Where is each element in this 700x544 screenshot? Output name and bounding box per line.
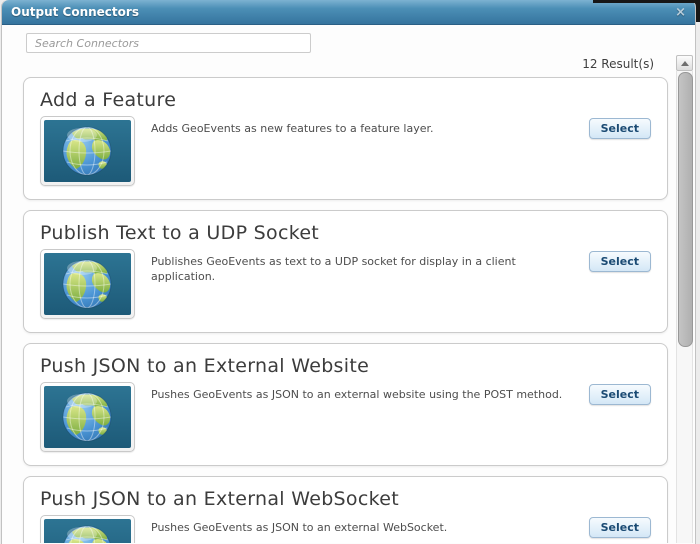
connector-description: Pushes GeoEvents as JSON to an external … bbox=[151, 388, 563, 401]
results-count: 12 Result(s) bbox=[582, 57, 654, 71]
connector-description: Pushes GeoEvents as JSON to an external … bbox=[151, 521, 448, 534]
connector-list: Add a Feature Adds GeoEvents as new feat… bbox=[23, 77, 668, 543]
connector-thumbnail bbox=[40, 249, 135, 319]
connector-card-content: Pushes GeoEvents as JSON to an external … bbox=[24, 382, 667, 452]
connector-card: Push JSON to an External WebSocket Pushe… bbox=[23, 476, 668, 543]
dialog-body: 12 Result(s) Add a Feature bbox=[2, 25, 695, 543]
page-background-strip bbox=[593, 0, 700, 3]
connector-thumbnail bbox=[40, 382, 135, 452]
globe-icon bbox=[44, 120, 131, 182]
triangle-up-icon bbox=[680, 60, 689, 66]
connector-description: Publishes GeoEvents as text to a UDP soc… bbox=[151, 255, 516, 283]
scrollbar[interactable] bbox=[676, 55, 693, 543]
scrollbar-track[interactable] bbox=[676, 71, 693, 543]
page-background-strip bbox=[696, 0, 700, 22]
connector-card: Push JSON to an External Website Pushes … bbox=[23, 343, 668, 466]
select-button[interactable]: Select bbox=[588, 517, 651, 538]
globe-icon bbox=[44, 386, 131, 448]
connector-card-content: Adds GeoEvents as new features to a feat… bbox=[24, 116, 667, 186]
scroll-up-button[interactable] bbox=[676, 55, 693, 71]
connector-thumbnail bbox=[40, 116, 135, 186]
connector-card: Add a Feature Adds GeoEvents as new feat… bbox=[23, 77, 668, 200]
search-input[interactable] bbox=[26, 33, 311, 53]
select-button[interactable]: Select bbox=[588, 384, 651, 405]
connector-description: Adds GeoEvents as new features to a feat… bbox=[151, 122, 434, 135]
connector-title: Publish Text to a UDP Socket bbox=[40, 222, 320, 244]
connector-card: Publish Text to a UDP Socket Publishes G… bbox=[23, 210, 668, 333]
globe-icon bbox=[44, 519, 131, 543]
connector-thumbnail bbox=[40, 515, 135, 543]
connector-title: Push JSON to an External Website bbox=[40, 355, 370, 377]
connector-card-content: Publishes GeoEvents as text to a UDP soc… bbox=[24, 249, 667, 319]
connector-title: Push JSON to an External WebSocket bbox=[40, 488, 399, 510]
output-connectors-dialog: Output Connectors × 12 Result(s) Add a F… bbox=[1, 0, 696, 544]
close-icon[interactable]: × bbox=[675, 6, 686, 19]
connector-title: Add a Feature bbox=[40, 89, 177, 111]
dialog-title: Output Connectors bbox=[11, 5, 139, 19]
dialog-titlebar: Output Connectors × bbox=[2, 0, 695, 25]
scrollbar-thumb[interactable] bbox=[678, 72, 693, 347]
globe-icon bbox=[44, 253, 131, 315]
select-button[interactable]: Select bbox=[588, 118, 651, 139]
connector-card-content: Pushes GeoEvents as JSON to an external … bbox=[24, 515, 667, 543]
select-button[interactable]: Select bbox=[588, 251, 651, 272]
